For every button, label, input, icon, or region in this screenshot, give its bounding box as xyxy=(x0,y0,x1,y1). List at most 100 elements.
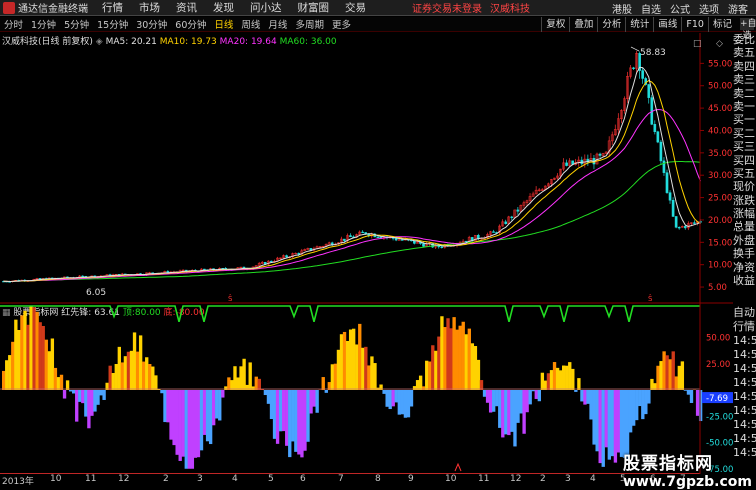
indicator-bar xyxy=(249,362,252,390)
add-watchlist-button[interactable]: +自选 xyxy=(740,18,754,30)
period-60min[interactable]: 60分钟 xyxy=(171,17,210,31)
period-more[interactable]: 更多 xyxy=(328,17,355,31)
candle-body xyxy=(678,227,680,228)
menu-item-shichang[interactable]: 市场 xyxy=(139,0,160,15)
indicator-bar xyxy=(367,365,370,390)
indicator-bar xyxy=(309,390,312,413)
indicator-bar xyxy=(501,390,504,437)
overlay-button[interactable]: 叠加 xyxy=(569,17,597,32)
indicator-bar xyxy=(650,379,653,390)
indicator-bar xyxy=(489,390,492,413)
indicator-bar xyxy=(522,390,525,434)
indicator-bar xyxy=(410,390,413,407)
indicator-bar xyxy=(571,369,574,390)
indicator-bar xyxy=(385,390,388,407)
period-multi[interactable]: 多周期 xyxy=(291,17,328,31)
indicator-bar xyxy=(206,390,209,441)
period-weekly[interactable]: 周线 xyxy=(237,17,264,31)
indicator-bar xyxy=(407,390,410,417)
sidebar-item: 卖五 xyxy=(733,46,756,59)
high-price-pointer xyxy=(631,47,639,51)
settings-icon[interactable]: □ xyxy=(693,39,702,49)
indicator-bar xyxy=(32,307,35,390)
analysis-button[interactable]: 分析 xyxy=(597,17,625,32)
indicator-bar xyxy=(221,390,224,398)
period-15min[interactable]: 15分钟 xyxy=(93,17,132,31)
indicator-bar xyxy=(699,390,702,421)
f10-button[interactable]: F10 xyxy=(681,17,708,32)
candle-body xyxy=(657,132,659,142)
mark-button[interactable]: 标记 xyxy=(708,17,736,32)
menu-item-zixun[interactable]: 资讯 xyxy=(176,0,197,15)
close-icon[interactable]: ◇ xyxy=(716,39,723,49)
menu-item-wenxiaoda[interactable]: 问小达 xyxy=(250,0,282,15)
indicator-bar xyxy=(133,332,136,390)
candle-body xyxy=(395,238,397,240)
menu-item-jiaoyi[interactable]: 交易 xyxy=(345,0,366,15)
date-label: 11 xyxy=(85,474,96,484)
sidebar-item: 涨跌 xyxy=(733,194,756,207)
indicator-bar xyxy=(559,370,562,390)
indicator-bar xyxy=(227,377,230,390)
indicator-bar xyxy=(392,390,395,406)
sidebar-item: 外盘 xyxy=(733,234,756,247)
indicator-bar xyxy=(638,390,641,406)
indicator-bar xyxy=(340,334,343,390)
menu-item-hangqing[interactable]: 行情 xyxy=(102,0,123,15)
indicator-bar xyxy=(343,332,346,390)
period-5min[interactable]: 5分钟 xyxy=(60,17,93,31)
time-item: 14:50 xyxy=(733,432,756,446)
indicator-bar xyxy=(136,352,139,390)
indicator-bar xyxy=(258,379,261,390)
indicator-bar xyxy=(267,390,270,404)
indicator-bar xyxy=(431,345,434,390)
ma5-line xyxy=(4,67,701,281)
indicator-bar xyxy=(151,367,154,390)
indicator-bar xyxy=(2,371,5,390)
event-marker-2: Ŝ xyxy=(648,294,653,303)
menu-item-faxian[interactable]: 发现 xyxy=(213,0,234,15)
indicator-bar xyxy=(23,311,26,390)
menu-options[interactable]: 选项 xyxy=(699,1,719,16)
indicator-bar xyxy=(541,373,544,390)
indicator-bar xyxy=(437,337,440,390)
period-1min[interactable]: 1分钟 xyxy=(27,17,60,31)
date-label: 3 xyxy=(197,474,203,484)
indicator-bar xyxy=(687,390,690,395)
watermark-title: 股票指标网 xyxy=(623,449,752,474)
menu-guest[interactable]: 游客 xyxy=(728,1,748,16)
indicator-bar xyxy=(516,390,519,423)
period-fenshi[interactable]: 分时 xyxy=(0,17,27,31)
period-monthly[interactable]: 月线 xyxy=(264,17,291,31)
candle-body xyxy=(505,222,507,224)
period-daily[interactable]: 日线 xyxy=(210,17,237,31)
watermark: 股票指标网 www.7gpzb.com xyxy=(623,449,752,490)
time-item: 14:50 xyxy=(733,362,756,376)
time-item: 14:50 xyxy=(733,376,756,390)
candle-body xyxy=(648,85,650,98)
candle-body xyxy=(684,226,686,228)
date-label: 11 xyxy=(478,474,489,484)
indicator-bar xyxy=(182,390,185,457)
menu-zixuan[interactable]: 自选 xyxy=(641,1,661,16)
indicator-bar xyxy=(273,390,276,439)
date-axis: 2013年10111223456789101112234567 xyxy=(0,474,700,487)
candlestick-chart[interactable]: 55.0050.0045.0040.0035.0030.0025.0020.00… xyxy=(0,33,733,304)
menu-item-caifuquan[interactable]: 财富圈 xyxy=(298,0,330,15)
indicator-bar xyxy=(669,359,672,390)
indicator-bar xyxy=(54,368,57,390)
indicator-bar xyxy=(434,351,437,390)
indicator-bar xyxy=(401,390,404,414)
y-tick-label: 10.00 xyxy=(708,261,732,271)
indicator-bar xyxy=(647,390,650,404)
login-notice[interactable]: 证券交易未登录 xyxy=(412,0,482,15)
draw-line-button[interactable]: 画线 xyxy=(653,17,681,32)
stats-button[interactable]: 统计 xyxy=(625,17,653,32)
date-label: 7 xyxy=(338,474,344,484)
y-tick-label: 25.00 xyxy=(708,194,732,204)
menu-formula[interactable]: 公式 xyxy=(670,1,690,16)
period-30min[interactable]: 30分钟 xyxy=(132,17,171,31)
fuquan-button[interactable]: 复权 xyxy=(541,17,569,32)
indicator-bar xyxy=(538,390,541,401)
menu-hk[interactable]: 港股 xyxy=(612,1,632,16)
